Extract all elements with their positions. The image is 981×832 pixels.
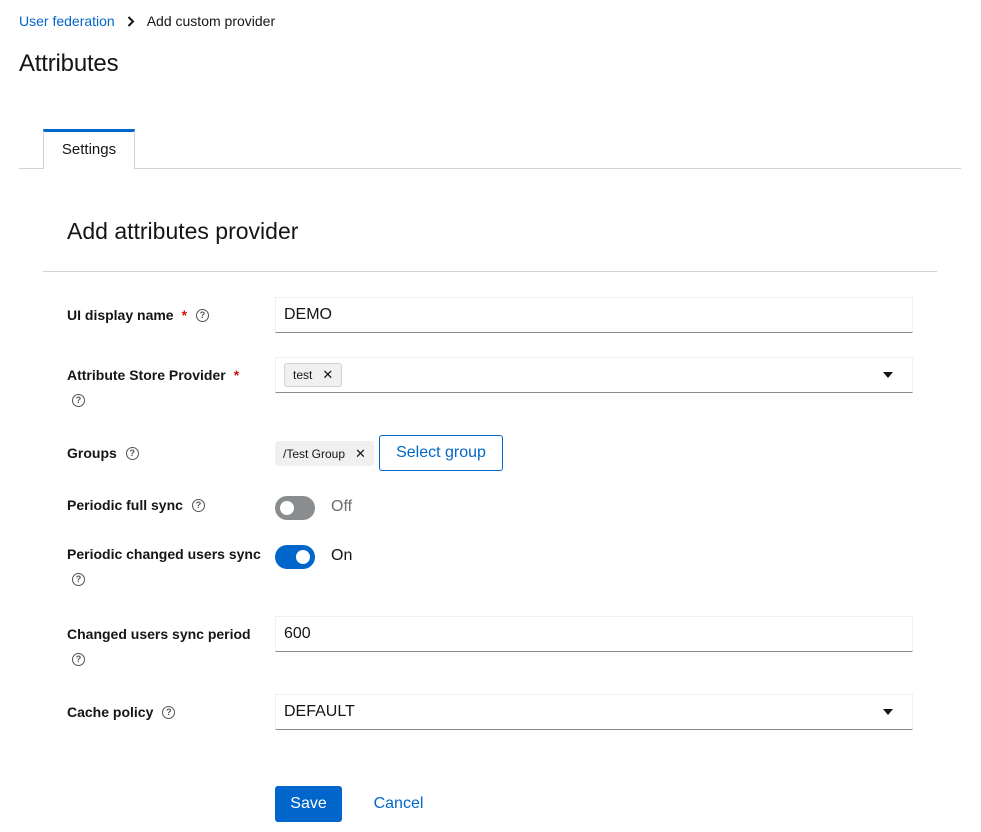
cancel-button[interactable]: Cancel: [358, 786, 439, 822]
attribute-store-provider-label: Attribute Store Provider *: [67, 367, 239, 383]
group-chip-label: /Test Group: [283, 446, 346, 461]
periodic-full-sync-state: Off: [331, 498, 353, 515]
help-circle-icon[interactable]: ?: [196, 308, 210, 322]
display-name-value: DEMO: [284, 306, 332, 323]
save-button[interactable]: Save: [275, 786, 342, 822]
help-circle-icon[interactable]: ?: [72, 394, 85, 407]
help-circle-icon[interactable]: ?: [72, 573, 85, 586]
provider-chip-label: test: [293, 368, 313, 382]
attribute-store-provider-select[interactable]: test ✕: [275, 357, 913, 393]
changed-users-sync-period-label-text: Changed users sync period: [67, 626, 251, 642]
required-indicator: *: [181, 307, 188, 323]
cache-policy-label: Cache policy ?: [67, 704, 176, 720]
tab-bar: Settings: [19, 129, 961, 169]
help-circle-icon[interactable]: ?: [191, 498, 205, 512]
close-icon[interactable]: ✕: [355, 446, 366, 462]
periodic-full-sync-label-text: Periodic full sync: [67, 497, 183, 513]
cache-policy-select[interactable]: DEFAULT: [275, 694, 913, 730]
changed-users-sync-period-input[interactable]: 600: [275, 616, 913, 652]
display-name-input[interactable]: DEMO: [275, 297, 913, 333]
select-group-button[interactable]: Select group: [379, 435, 503, 471]
tab-settings[interactable]: Settings: [43, 129, 135, 169]
display-name-label-text: UI display name: [67, 307, 174, 323]
breadcrumb-current: Add custom provider: [146, 13, 276, 29]
changed-users-sync-period-value: 600: [284, 625, 311, 642]
help-circle-icon[interactable]: ?: [72, 653, 85, 666]
caret-down-icon[interactable]: [883, 372, 893, 378]
display-name-label: UI display name * ?: [67, 307, 210, 323]
section-divider: [43, 271, 937, 272]
periodic-changed-users-sync-label-text: Periodic changed users sync: [67, 546, 261, 562]
changed-users-sync-period-label: Changed users sync period: [67, 626, 251, 642]
periodic-full-sync-label: Periodic full sync ?: [67, 497, 205, 513]
breadcrumb-link-user-federation[interactable]: User federation: [19, 13, 115, 29]
attribute-store-provider-label-text: Attribute Store Provider: [67, 367, 226, 383]
page-title: Attributes: [19, 50, 119, 77]
close-icon[interactable]: ✕: [322, 367, 333, 383]
help-circle-icon[interactable]: ?: [125, 446, 139, 460]
periodic-changed-users-sync-label: Periodic changed users sync: [67, 546, 261, 562]
help-circle-icon[interactable]: ?: [162, 705, 176, 719]
periodic-changed-users-sync-state: On: [331, 547, 353, 564]
breadcrumb: User federation Add custom provider: [19, 13, 275, 29]
groups-label-text: Groups: [67, 445, 117, 461]
section-title: Add attributes provider: [67, 218, 299, 244]
group-chip: /Test Group ✕: [275, 441, 374, 466]
required-indicator: *: [233, 367, 240, 383]
cache-policy-label-text: Cache policy: [67, 704, 154, 720]
provider-chip: test ✕: [284, 363, 343, 387]
periodic-full-sync-toggle[interactable]: [275, 496, 315, 520]
chevron-right-icon: [127, 15, 135, 27]
cache-policy-value: DEFAULT: [284, 703, 355, 720]
toggle-knob: [296, 550, 310, 564]
groups-label: Groups ?: [67, 445, 139, 461]
toggle-knob: [280, 501, 294, 515]
caret-down-icon[interactable]: [883, 709, 893, 715]
periodic-changed-users-sync-toggle[interactable]: [275, 545, 315, 569]
